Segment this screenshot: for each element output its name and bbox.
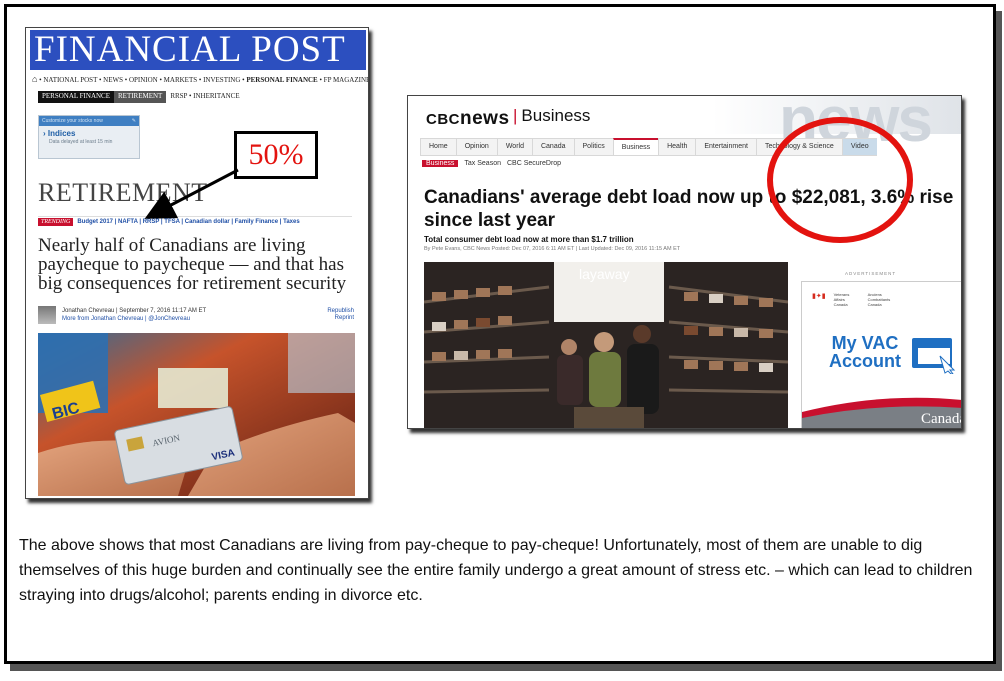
cbc-subnav: Business Tax Season CBC SecureDrop xyxy=(422,160,561,167)
tab-world: World xyxy=(496,138,532,156)
fp-trending-label: TRENDING xyxy=(38,218,74,226)
cbc-ad-label: ADVERTISEMENT xyxy=(845,271,897,276)
fp-stocks-box: Customize your stocks now ✎ › Indices Dat… xyxy=(38,115,140,159)
fp-delay-note: Data delayed at least 15 min xyxy=(49,139,113,145)
cbc-subnav-business: Business xyxy=(422,160,459,167)
vac-ad-org-fr: Anciens Combattants Canada xyxy=(867,292,891,307)
fp-credit-card-photo: BIC AVION VISA xyxy=(38,333,355,496)
fp-trending-links: Budget 2017 | NAFTA | RRSP | TFSA | Cana… xyxy=(77,219,300,225)
fp-subnav-personal-finance: PERSONAL FINANCE xyxy=(38,91,114,103)
cbc-dek: Total consumer debt load now at more tha… xyxy=(424,235,634,244)
vac-ad-org: ▮✦▮ Veterans Affairs Canada Anciens Comb… xyxy=(812,292,904,307)
cbc-news-clipping: news CBCnews | Business Home Opinion Worl… xyxy=(407,95,962,429)
cbc-subnav-securedrop: CBC SecureDrop xyxy=(507,160,562,167)
fp-headline: Nearly half of Canadians are living payc… xyxy=(38,235,347,294)
cbc-section-title: | Business xyxy=(513,106,591,125)
layaway-sign: layaway xyxy=(579,266,630,282)
caption-text: The above shows that most Canadians are … xyxy=(19,537,973,604)
tab-business: Business xyxy=(612,138,659,156)
tab-video: Video xyxy=(841,138,877,156)
fp-byline: Jonathan Chevreau | September 7, 2016 11… xyxy=(38,306,358,328)
cbc-shoe-store-photo: layaway xyxy=(424,262,788,428)
tab-canada: Canada xyxy=(531,138,574,156)
fp-nav-links: • NATIONAL POST • NEWS • OPINION • MARKE… xyxy=(39,76,245,84)
canada-wordmark: Canada xyxy=(921,411,962,427)
cbc-nav-tabs: Home Opinion World Canada Politics Busin… xyxy=(420,138,960,156)
shoe-store-illustration xyxy=(424,262,788,428)
cbc-byline: By Pete Evans, CBC News Posted: Dec 07, … xyxy=(424,246,681,252)
tab-opinion: Opinion xyxy=(455,138,497,156)
fp-nav-personal-finance: PERSONAL FINANCE xyxy=(246,76,318,84)
financial-post-clipping: FINANCIAL POST ⌂ • NATIONAL POST • NEWS … xyxy=(25,27,369,499)
cbc-logo: CBCnews xyxy=(426,108,510,129)
fp-nav-links-tail: • FP MAGAZINE • TECH • EXECUTIVE • xyxy=(319,76,369,84)
fp-indices-label: › Indices xyxy=(43,129,76,138)
fp-byline-author: Jonathan Chevreau | September 7, 2016 11… xyxy=(62,308,207,314)
fp-trending-bar: TRENDING Budget 2017 | NAFTA | RRSP | TF… xyxy=(38,216,352,227)
fp-byline-more: More from Jonathan Chevreau | @JonChevre… xyxy=(62,316,191,322)
tab-entertainment: Entertainment xyxy=(695,138,756,156)
fp-masthead: FINANCIAL POST xyxy=(30,30,366,70)
credit-card-illustration: BIC AVION VISA xyxy=(38,333,355,496)
tab-home: Home xyxy=(420,138,456,156)
fp-section-title: RETIREMENT xyxy=(38,178,208,207)
cbc-headline: Canadians' average debt load now up to $… xyxy=(424,187,954,231)
tab-health: Health xyxy=(658,138,696,156)
percentage-callout: 50% xyxy=(234,131,318,179)
canada-flag-icon: ▮✦▮ xyxy=(812,293,826,300)
fp-nav-bar: ⌂ • NATIONAL POST • NEWS • OPINION • MAR… xyxy=(32,74,369,84)
author-avatar xyxy=(38,306,56,324)
tab-politics: Politics xyxy=(573,138,613,156)
folder-icon xyxy=(912,338,956,374)
vac-ad-org-en: Veterans Affairs Canada xyxy=(833,292,850,307)
fp-customize-label: Customize your stocks now xyxy=(42,118,103,124)
tab-technology-science: Technology & Science xyxy=(755,138,842,156)
home-icon: ⌂ xyxy=(32,74,38,84)
cbc-subnav-tax-season: Tax Season xyxy=(464,160,501,167)
fp-subnav: PERSONAL FINANCE RETIREMENT RRSP • INHER… xyxy=(38,91,244,103)
fp-subnav-retirement: RETIREMENT xyxy=(114,91,167,103)
wrench-icon: ✎ xyxy=(131,118,136,124)
fp-subnav-other: RRSP • INHERITANCE xyxy=(170,92,240,100)
vac-advertisement: ▮✦▮ Veterans Affairs Canada Anciens Comb… xyxy=(801,281,962,428)
cbc-header: news CBCnews | Business xyxy=(408,96,961,155)
fp-republish: Republish Reprint xyxy=(327,308,354,321)
vac-ad-text: My VAC Account xyxy=(829,333,901,371)
